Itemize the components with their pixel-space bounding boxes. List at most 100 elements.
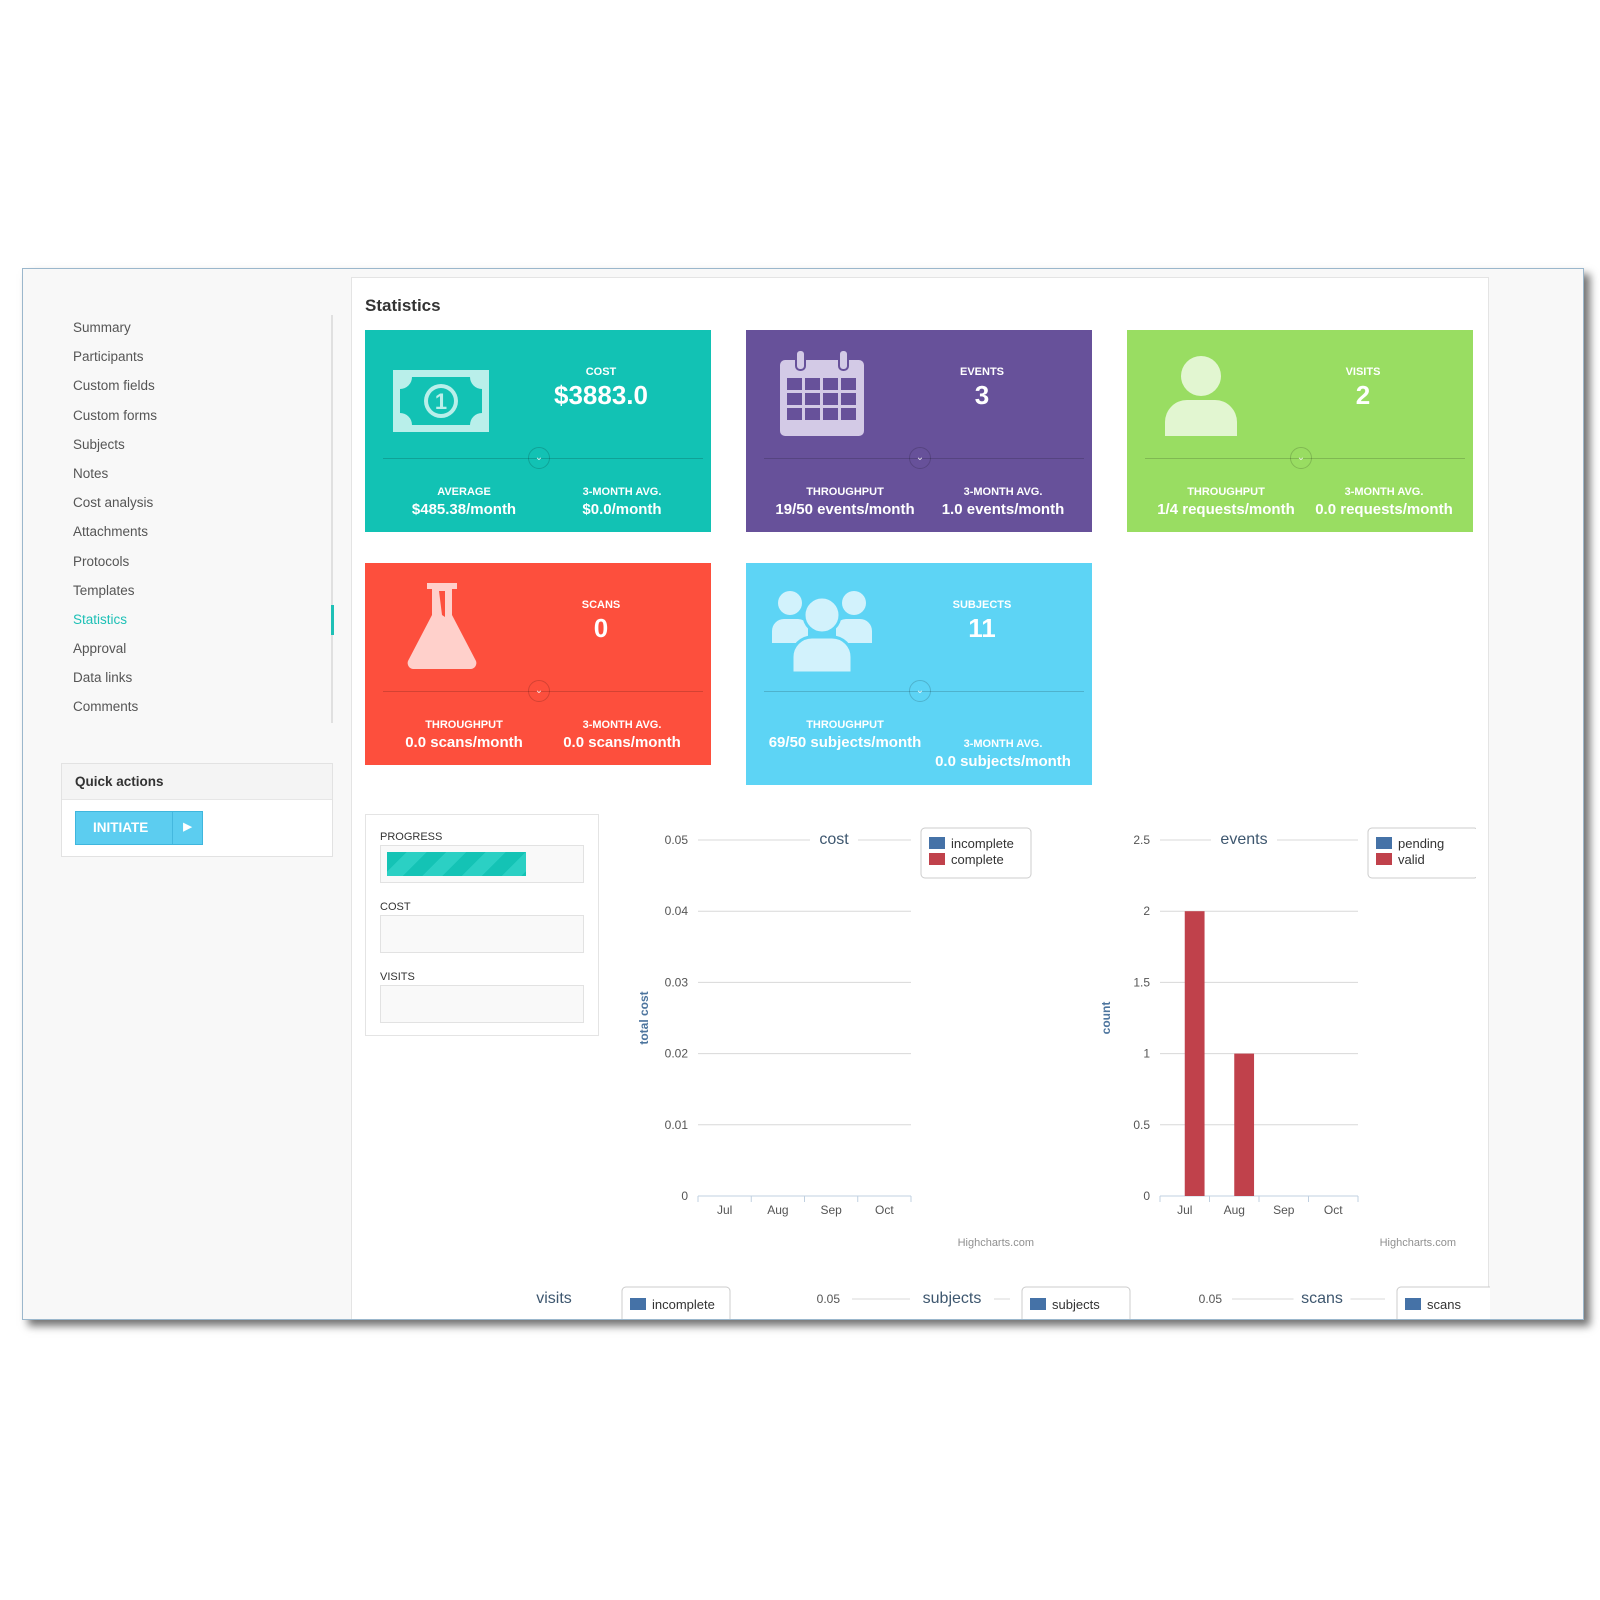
legend-label-complete: complete [951,852,1004,867]
stat-value: 0.0 requests/month [1315,501,1453,518]
x-tick-label: Aug [1224,1203,1245,1217]
sidebar-item-summary[interactable]: Summary [73,313,329,342]
sidebar-item-approval[interactable]: Approval [73,634,329,663]
sidebar-scroll-rail [331,315,333,723]
scans-card-value: 0 [593,613,609,643]
sidebar-item-cost-analysis[interactable]: Cost analysis [73,488,329,517]
progress-label: PROGRESS [380,831,443,843]
chevron-down-icon[interactable]: ⌄ [909,447,931,469]
sidebar-item-templates[interactable]: Templates [73,576,329,605]
cost-chart: 0 0.01 0.02 0.03 0.04 0.05 cost total cost Jul Au… [637,827,1034,1249]
chart-title: cost [819,831,849,848]
y-tick-label: 1.5 [1133,975,1150,989]
sidebar-item-comments[interactable]: Comments [73,692,329,721]
cost-3month-stat: 3-MONTH AVG. $0.0/month [537,486,707,519]
legend-swatch-scans [1405,1298,1421,1310]
chart-title: subjects [923,1290,982,1307]
initiate-button[interactable]: INITIATE ▶ [75,811,203,845]
x-tick-label: Jul [1177,1203,1192,1217]
sidebar-item-notes[interactable]: Notes [73,459,329,488]
stat-label: 3-MONTH AVG. [582,719,662,731]
y-axis-label: total cost [637,991,651,1044]
y-axis-label: count [1099,1002,1113,1035]
sidebar-item-custom-forms[interactable]: Custom forms [73,401,329,430]
visits-field[interactable] [380,985,584,1023]
chart-credit: Highcharts.com [1380,1237,1456,1249]
chevron-down-icon[interactable]: ⌄ [528,680,550,702]
stat-value: 1.0 events/month [941,501,1065,518]
y-tick-label: 0.5 [1133,1118,1150,1132]
sidebar-item-attachments[interactable]: Attachments [73,517,329,546]
user-icon [1165,356,1237,436]
stat-value: 0.0 scans/month [563,734,681,751]
sidebar-item-participants[interactable]: Participants [73,342,329,371]
x-tick-label: Oct [1324,1203,1343,1217]
chevron-down-icon[interactable]: ⌄ [528,447,550,469]
stat-label: 3-MONTH AVG. [1344,486,1424,498]
stat-value: 1/4 requests/month [1157,501,1295,518]
legend-swatch-incomplete [929,837,945,849]
x-tick-label: Jul [717,1203,732,1217]
chart-credit: Highcharts.com [958,1237,1034,1249]
stat-value: 0.0 scans/month [405,734,523,751]
y-tick-label: 0.05 [1199,1292,1223,1306]
sidebar-item-subjects[interactable]: Subjects [73,430,329,459]
progress-panel: PROGRESS COST VISITS [365,814,599,1036]
subjects-card-label: SUBJECTS [952,599,1012,611]
cost-card: 1 COST $3883.0 ⌄ AVERAGE $485.38/month 3… [365,330,711,532]
x-tick-label: Sep [1273,1203,1295,1217]
stat-label: 3-MONTH AVG. [963,486,1043,498]
bottom-charts-strip: visits incomplete 0.05 subjects subjects 0.05… [521,1286,1490,1319]
visits-throughput-stat: THROUGHPUT 1/4 requests/month [1141,486,1311,519]
legend-label-valid: valid [1398,852,1425,867]
cost-label: COST [380,901,411,913]
subjects-throughput-stat: THROUGHPUT 69/50 subjects/month [760,719,930,752]
subjects-3month-stat: 3-MONTH AVG. 0.0 subjects/month [918,738,1088,771]
events-card-label: EVENTS [959,366,1004,378]
flask-icon [407,583,477,669]
svg-text:1: 1 [435,389,447,414]
scans-3month-stat: 3-MONTH AVG. 0.0 scans/month [537,719,707,752]
stat-value: 0.0 subjects/month [935,753,1071,770]
y-tick-label: 0 [681,1189,688,1203]
legend-label-incomplete: incomplete [951,836,1014,851]
legend-label-pending: pending [1398,836,1444,851]
quick-actions-title: Quick actions [62,764,332,800]
scans-card: SCANS 0 ⌄ THROUGHPUT 0.0 scans/month 3-M… [365,563,711,765]
sidebar-active-indicator [331,605,334,635]
sidebar-item-statistics[interactable]: Statistics [73,605,329,634]
events-3month-stat: 3-MONTH AVG. 1.0 events/month [918,486,1088,519]
sidebar-item-data-links[interactable]: Data links [73,663,329,692]
legend-swatch-complete [929,853,945,865]
chart-title: visits [536,1290,572,1307]
stat-label: THROUGHPUT [1187,486,1265,498]
progress-bar-fill [387,852,526,876]
events-card: EVENTS 3 ⌄ THROUGHPUT 19/50 events/month… [746,330,1092,532]
visits-label: VISITS [380,971,415,983]
visits-3month-stat: 3-MONTH AVG. 0.0 requests/month [1299,486,1469,519]
events-chart: 0 0.5 1 1.5 2 2.5 events count Jul Aug Sep Oct pendi… [1099,827,1476,1249]
chevron-down-icon[interactable]: ⌄ [1290,447,1312,469]
sidebar: Summary Participants Custom fields Custo… [23,269,343,1319]
y-tick-label: 0.03 [665,975,689,989]
stat-label: THROUGHPUT [806,719,884,731]
stat-label: 3-MONTH AVG. [963,738,1043,750]
initiate-label: INITIATE [93,820,149,835]
calendar-icon [780,349,864,436]
visits-card: VISITS 2 ⌄ THROUGHPUT 1/4 requests/month… [1127,330,1473,532]
legend-label-subjects: subjects [1052,1297,1100,1312]
progress-bar [380,845,584,883]
statistics-panel: Statistics 1 COST $3883.0 ⌄ AVERAGE $485… [351,277,1490,1319]
y-tick-label: 2 [1143,904,1150,918]
y-tick-label: 0.05 [665,833,689,847]
legend-label-incomplete: incomplete [652,1297,715,1312]
chevron-down-icon[interactable]: ⌄ [909,680,931,702]
legend-swatch-subjects [1030,1298,1046,1310]
stat-label: THROUGHPUT [425,719,503,731]
sidebar-item-protocols[interactable]: Protocols [73,547,329,576]
play-icon[interactable]: ▶ [172,812,202,844]
cost-field[interactable] [380,915,584,953]
y-tick-label: 0 [1143,1189,1150,1203]
page-title: Statistics [365,296,441,315]
sidebar-item-custom-fields[interactable]: Custom fields [73,371,329,400]
